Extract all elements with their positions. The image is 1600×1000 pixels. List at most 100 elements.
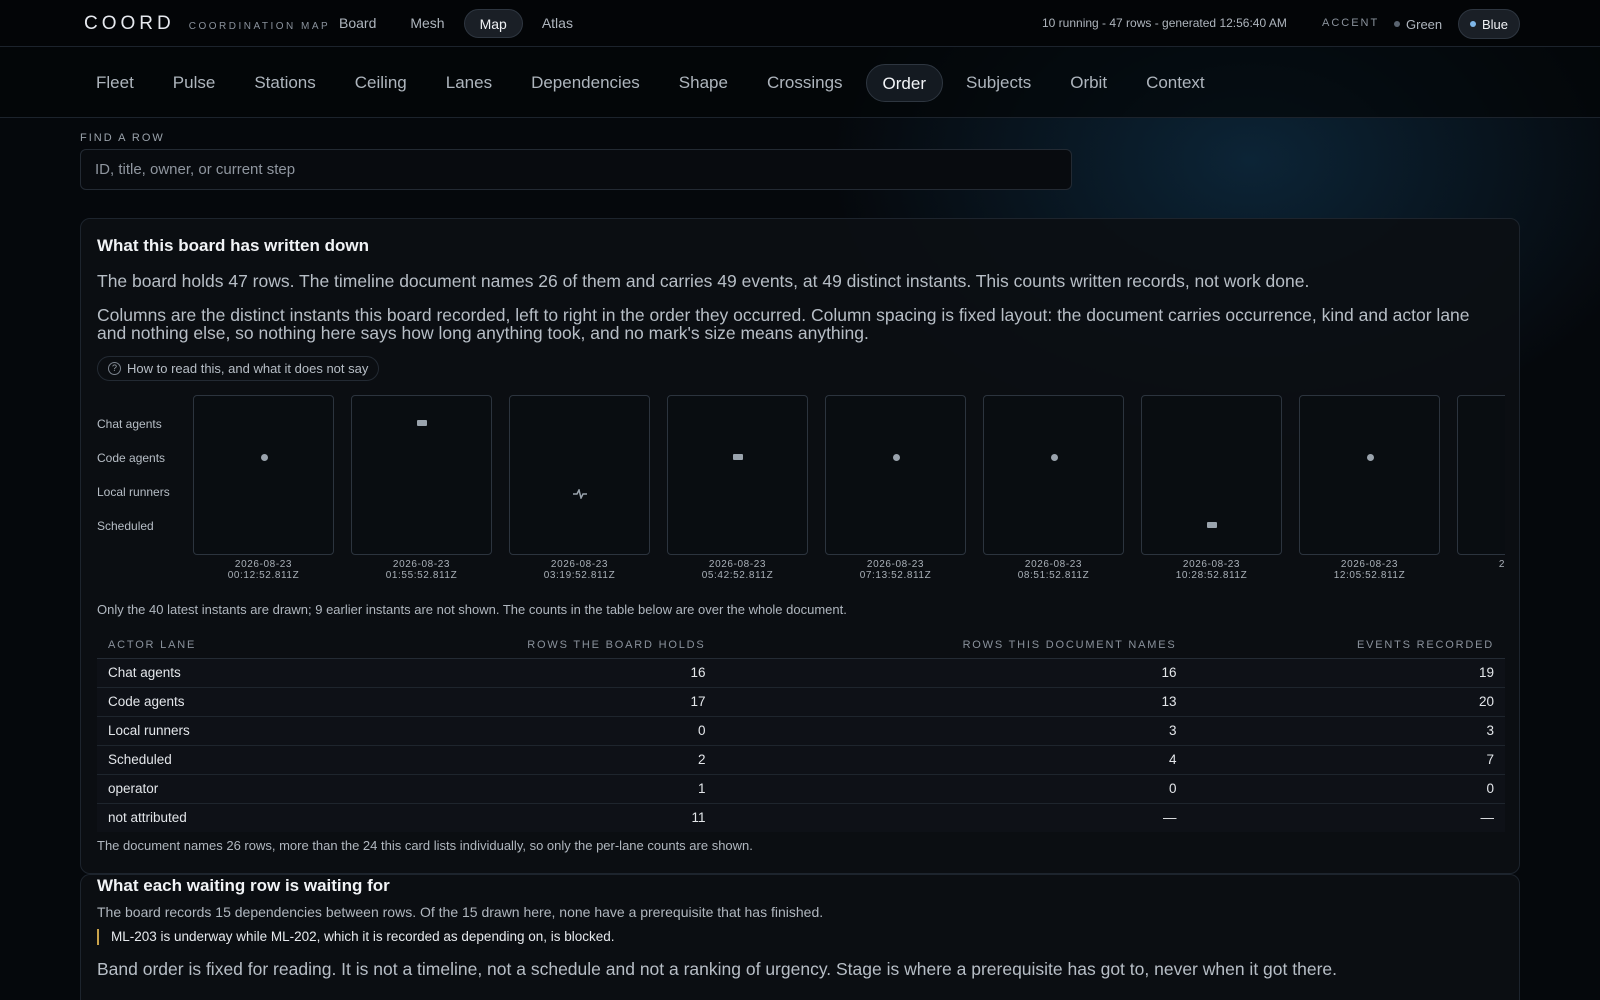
instant-timeline[interactable]: 2026-08-23 00:12:52.811Z 2026-08-23 01:55:5… xyxy=(193,395,1505,580)
tick-date: 2026-08-23 xyxy=(866,559,925,570)
event-dot-icon[interactable] xyxy=(1366,453,1374,461)
tab-stations[interactable]: Stations xyxy=(238,64,331,102)
waiting-card: What each waiting row is waiting for The… xyxy=(80,874,1520,1000)
table-row: Chat agents 16 16 19 xyxy=(97,658,1505,688)
accent-option-blue[interactable]: Blue xyxy=(1458,9,1521,39)
count-cell: 0 xyxy=(1187,774,1505,804)
top-nav-board[interactable]: Board xyxy=(324,9,391,38)
tick-date: 2026-08-23 xyxy=(1024,559,1083,570)
table-row: Scheduled 2 4 7 xyxy=(97,745,1505,775)
instant-column[interactable] xyxy=(825,395,966,555)
instant-tick-label: 2026-08-23 07:13:52.811Z xyxy=(825,559,966,580)
tab-order[interactable]: Order xyxy=(865,64,944,102)
table-header-row: ACTOR LANE ROWS THE BOARD HOLDS ROWS THI… xyxy=(97,632,1505,659)
top-nav-map[interactable]: Map xyxy=(463,9,523,38)
instant-column[interactable] xyxy=(1141,395,1282,555)
instant-tick-label: 2026-08-23 03:19:52.811Z xyxy=(509,559,650,580)
tab-subjects[interactable]: Subjects xyxy=(950,64,1047,102)
instant-column[interactable] xyxy=(983,395,1124,555)
status-summary: 10 running - 47 rows - generated 12:56:4… xyxy=(1042,16,1287,30)
tab-crossings[interactable]: Crossings xyxy=(751,64,859,102)
lane-label-code: Code agents xyxy=(97,451,166,465)
accent-option-green[interactable]: Green xyxy=(1383,9,1453,39)
count-cell: 16 xyxy=(316,658,717,688)
card-title: What this board has written down xyxy=(97,236,369,255)
tick-date: 2026-08-23 xyxy=(1498,559,1505,570)
find-row-label: FIND A ROW xyxy=(80,132,165,144)
blue-dot-icon xyxy=(1470,21,1476,27)
tab-context[interactable]: Context xyxy=(1130,64,1221,102)
event-flag-icon[interactable] xyxy=(1207,522,1217,528)
instant-column[interactable] xyxy=(509,395,650,555)
lane-label-scheduled: Scheduled xyxy=(97,519,154,533)
lane-counts-table: ACTOR LANE ROWS THE BOARD HOLDS ROWS THI… xyxy=(97,632,1505,832)
event-flag-icon[interactable] xyxy=(733,454,743,460)
instant-column[interactable] xyxy=(351,395,492,555)
event-dot-icon[interactable] xyxy=(1050,453,1058,461)
how-to-read-label: How to read this, and what it does not s… xyxy=(127,361,369,376)
count-cell: 17 xyxy=(316,687,717,717)
event-flag-icon[interactable] xyxy=(417,420,427,426)
lane-name-cell: Scheduled xyxy=(97,745,317,775)
tick-date: 2026-08-23 xyxy=(1182,559,1241,570)
how-to-read-button[interactable]: ? How to read this, and what it does not… xyxy=(97,356,380,381)
tick-time: 00:12:52.811Z xyxy=(227,570,300,580)
count-cell: 16 xyxy=(716,658,1188,688)
card-title: What each waiting row is waiting for xyxy=(97,876,390,895)
tick-time: 03:19:52.811Z xyxy=(543,570,616,580)
instant-tick-label: 2026-08-23 08:51:52.811Z xyxy=(983,559,1124,580)
tab-ceiling[interactable]: Ceiling xyxy=(339,64,423,102)
count-cell: 0 xyxy=(716,774,1188,804)
tick-date: 2026-08-23 xyxy=(1340,559,1399,570)
tick-time: 12:05:52.811Z xyxy=(1333,570,1406,580)
tick-time: 01:55:52.811Z xyxy=(385,570,458,580)
lane-name-cell: Chat agents xyxy=(97,658,317,688)
tick-time: 05:42:52.811Z xyxy=(701,570,774,580)
tab-dependencies[interactable]: Dependencies xyxy=(515,64,656,102)
instant-column[interactable] xyxy=(1457,395,1505,555)
find-row-input[interactable] xyxy=(80,149,1072,190)
table-row: not attributed 11— — xyxy=(97,803,1505,832)
tick-time: 14: xyxy=(1457,570,1505,580)
top-nav-mesh[interactable]: Mesh xyxy=(395,9,459,38)
blocked-callout: ML-203 is underway while ML-202, which i… xyxy=(97,929,615,945)
table-row: Local runners 0 3 3 xyxy=(97,716,1505,746)
accent-option-label: Blue xyxy=(1482,16,1509,32)
tab-pulse[interactable]: Pulse xyxy=(157,64,232,102)
accent-option-label: Green xyxy=(1406,16,1443,32)
instant-tick-label: 2026-08-23 00:12:52.811Z xyxy=(193,559,334,580)
tab-shape[interactable]: Shape xyxy=(663,64,744,102)
count-cell: 7 xyxy=(1187,745,1505,775)
count-cell: 3 xyxy=(1187,716,1505,746)
brand[interactable]: COORD COORDINATION MAP xyxy=(84,13,330,35)
instant-column[interactable] xyxy=(667,395,808,555)
event-pulse-icon[interactable] xyxy=(573,486,587,501)
instant-column[interactable] xyxy=(193,395,334,555)
instant-tick-label: 2026-08-23 12:05:52.811Z xyxy=(1299,559,1440,580)
column-header: EVENTS RECORDED xyxy=(1187,632,1505,659)
instant-tick-label: 2026-08-23 05:42:52.811Z xyxy=(667,559,808,580)
tick-time: 08:51:52.811Z xyxy=(1017,570,1090,580)
tab-lanes[interactable]: Lanes xyxy=(430,64,508,102)
event-dot-icon[interactable] xyxy=(892,453,900,461)
table-row: Code agents 17 13 20 xyxy=(97,687,1505,717)
card-footer-note: The document names 26 rows, more than th… xyxy=(97,838,753,853)
instant-column[interactable] xyxy=(1299,395,1440,555)
count-cell: 19 xyxy=(1187,658,1505,688)
count-cell: 11 xyxy=(316,803,717,832)
tick-date: 2026-08-23 xyxy=(392,559,451,570)
count-cell: 4 xyxy=(716,745,1188,775)
lane-label-chat: Chat agents xyxy=(97,417,162,431)
tab-orbit[interactable]: Orbit xyxy=(1054,64,1123,102)
lane-name-cell: operator xyxy=(97,774,317,804)
band-order-note: Band order is fixed for reading. It is n… xyxy=(97,959,1337,979)
count-cell: — xyxy=(716,803,1188,832)
top-nav-atlas[interactable]: Atlas xyxy=(527,9,588,38)
written-down-card: What this board has written down The boa… xyxy=(80,218,1520,874)
column-header: ROWS THIS DOCUMENT NAMES xyxy=(716,632,1188,659)
top-bar: COORD COORDINATION MAP Board Mesh Map Atlas… xyxy=(0,0,1600,47)
lane-label-local: Local runners xyxy=(97,485,170,499)
tab-fleet[interactable]: Fleet xyxy=(80,64,150,102)
count-cell: 13 xyxy=(716,687,1188,717)
event-dot-icon[interactable] xyxy=(260,453,268,461)
